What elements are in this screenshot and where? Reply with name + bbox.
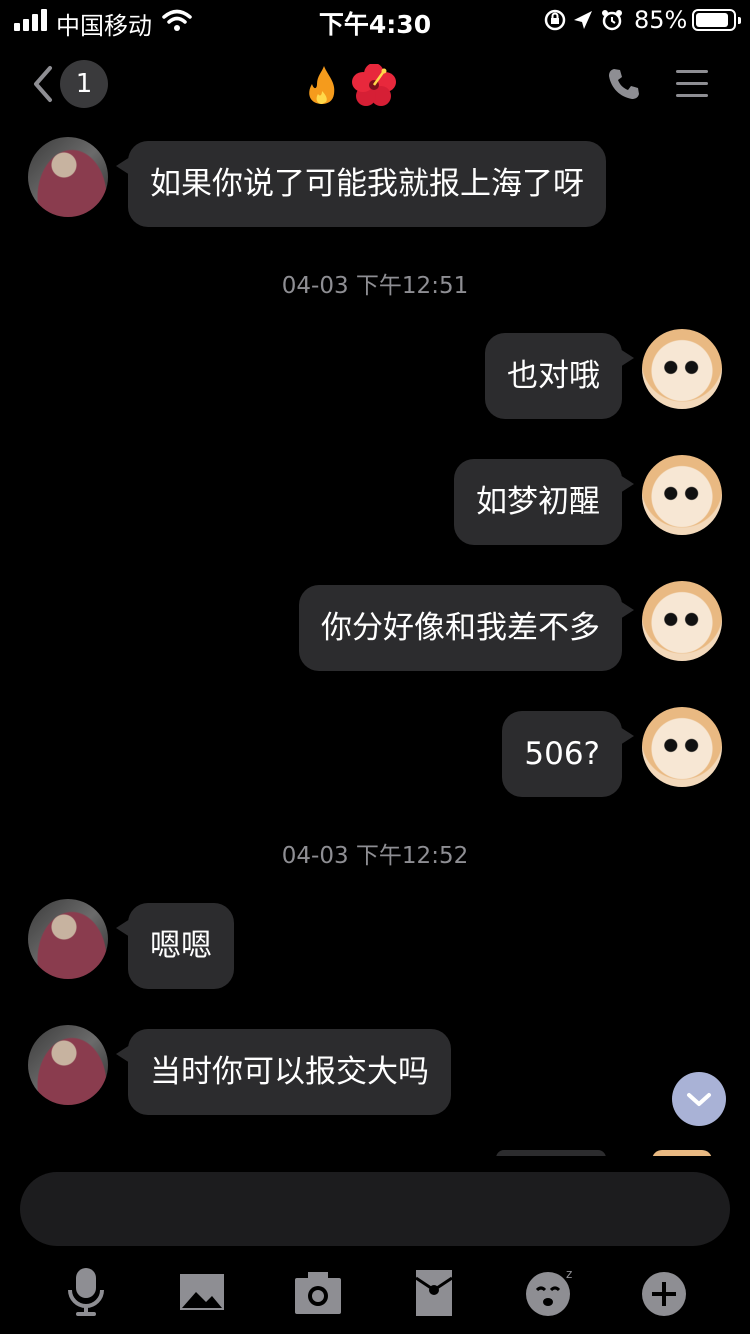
contact-avatar[interactable] [28,1025,108,1105]
partial-avatar [652,1150,712,1156]
svg-text:z: z [566,1267,572,1281]
scroll-to-bottom-button[interactable] [672,1072,726,1126]
incoming-message-bubble[interactable]: 嗯嗯 [116,903,234,989]
phone-call-icon[interactable] [606,66,642,102]
microphone-icon[interactable] [58,1264,114,1320]
chevron-down-icon [687,1093,711,1106]
emoji-icon[interactable]: z [522,1264,578,1320]
chat-header: 1 [0,50,750,120]
battery-icon [692,9,741,31]
status-bar: 中国移动 下午4:30 85% [0,0,750,40]
partial-message-bubble [496,1150,606,1156]
location-icon [574,11,592,29]
message-timestamp: 04-03 下午12:52 [281,843,469,869]
message-timestamp: 04-03 下午12:51 [281,273,469,299]
my-avatar[interactable] [642,329,722,409]
camera-icon[interactable] [290,1264,346,1320]
contact-name[interactable] [300,64,450,106]
my-avatar[interactable] [642,455,722,535]
contact-avatar[interactable] [28,137,108,217]
status-icons [544,9,622,31]
back-chevron-icon[interactable] [28,62,58,106]
unread-count-badge[interactable]: 1 [60,60,108,108]
alarm-icon [602,10,622,31]
battery-percent: 85% [634,6,688,34]
more-menu-icon[interactable] [676,70,710,100]
incoming-message-bubble[interactable]: 如果你说了可能我就报上海了呀 [116,141,606,227]
outgoing-message-bubble[interactable]: 也对哦 [485,333,634,419]
outgoing-message-bubble[interactable]: 如梦初醒 [454,459,634,545]
contact-avatar[interactable] [28,899,108,979]
incoming-message-bubble[interactable]: 当时你可以报交大吗 [116,1029,451,1115]
input-toolbar: z [0,1256,750,1326]
outgoing-message-bubble[interactable]: 你分好像和我差不多 [299,585,634,671]
hibiscus-emoji-icon [352,64,396,106]
outgoing-message-bubble[interactable]: 506? [502,711,634,797]
red-packet-icon[interactable] [406,1264,462,1320]
rotation-lock-icon [544,9,566,31]
my-avatar[interactable] [642,581,722,661]
message-list[interactable]: 如果你说了可能我就报上海了呀 04-03 下午12:51 也对哦 如梦初醒 你分… [0,120,750,1156]
message-input[interactable] [20,1172,730,1246]
image-icon[interactable] [174,1264,230,1320]
plus-icon[interactable] [636,1264,692,1320]
my-avatar[interactable] [642,707,722,787]
fire-emoji-icon [309,66,335,104]
